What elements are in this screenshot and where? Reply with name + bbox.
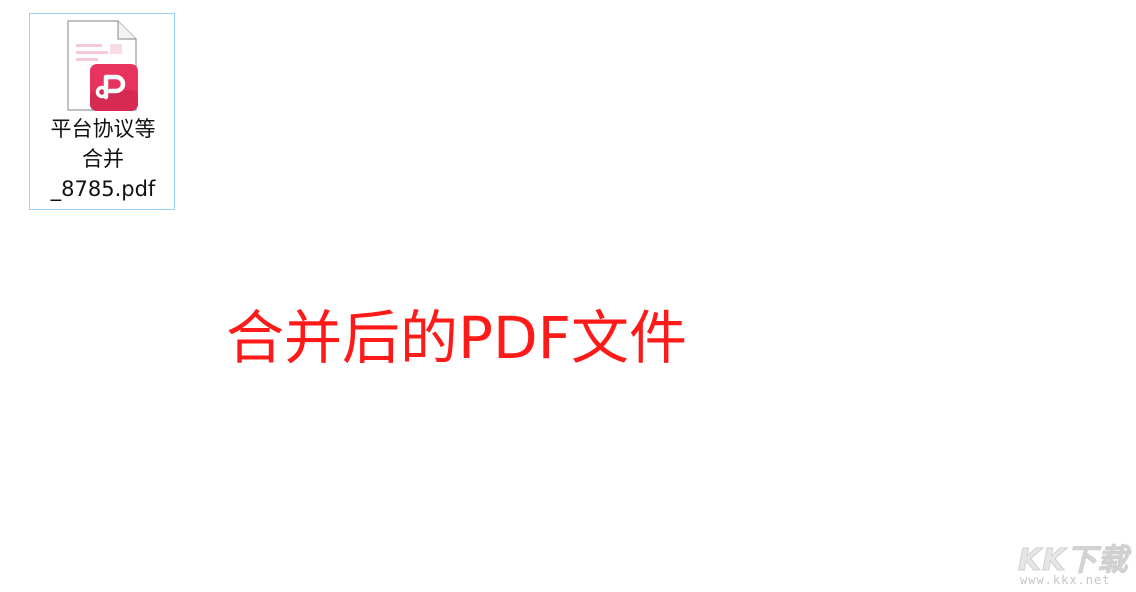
file-name-line-3: _8785.pdf bbox=[50, 177, 156, 201]
watermark: KK下载 www.kkx.net bbox=[1012, 535, 1129, 591]
watermark-url: www.kkx.net bbox=[1020, 573, 1111, 587]
merged-pdf-caption: 合并后的PDF文件 bbox=[226, 304, 687, 372]
file-name-line-2: 合并 bbox=[82, 147, 124, 171]
desktop-canvas: 平台协议等 合并 _8785.pdf 合并后的PDF文件 KK下载 www.kk… bbox=[0, 0, 1136, 592]
file-name-line-1: 平台协议等 bbox=[50, 117, 156, 141]
pdf-file-item[interactable]: 平台协议等 合并 _8785.pdf bbox=[29, 13, 175, 210]
file-name-label: 平台协议等 合并 _8785.pdf bbox=[30, 114, 176, 204]
pdf-file-icon bbox=[67, 20, 138, 111]
